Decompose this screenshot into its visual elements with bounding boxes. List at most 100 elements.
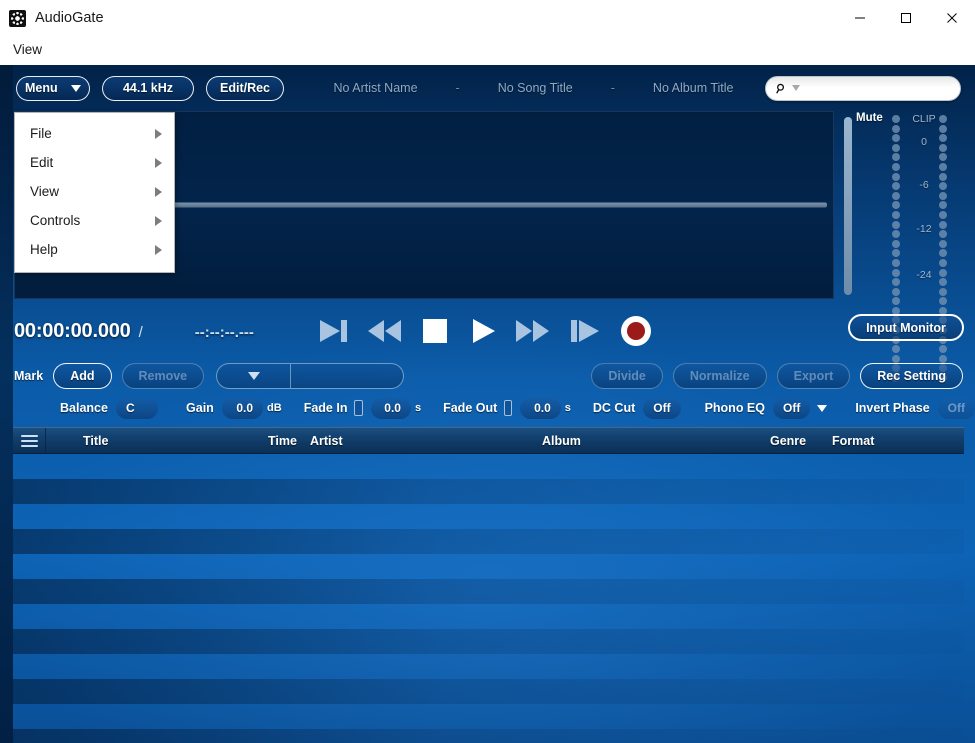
- fade-in-value[interactable]: 0.0: [370, 397, 411, 419]
- column-header-time[interactable]: Time: [268, 428, 310, 453]
- search-dropdown-icon[interactable]: [792, 85, 800, 91]
- menu-item-controls[interactable]: Controls: [15, 206, 174, 235]
- fast-forward-icon: [515, 320, 549, 342]
- parameters-section: Balance C Gain 0.0 dB Fade In 0.0 s Fade…: [0, 393, 975, 423]
- table-row[interactable]: [13, 454, 964, 479]
- search-box[interactable]: [765, 75, 961, 101]
- column-header-artist[interactable]: Artist: [310, 428, 542, 453]
- column-header-format[interactable]: Format: [832, 428, 922, 453]
- app-toolbar: Menu 44.1 kHz Edit/Rec No Artist Name - …: [0, 65, 975, 111]
- chevron-down-icon: [71, 84, 81, 92]
- mark-section: Mark Add Remove Divide Normalize Export …: [0, 359, 975, 393]
- meter-segment: [939, 124, 947, 133]
- menubar-item-view[interactable]: View: [9, 40, 46, 59]
- meter-segment: [939, 249, 947, 258]
- menu-item-label: Edit: [30, 155, 54, 170]
- chevron-right-icon: [155, 157, 162, 168]
- invert-phase-label: Invert Phase: [855, 401, 930, 415]
- mute-label: Mute: [856, 112, 883, 124]
- meter-segment: [892, 115, 900, 123]
- menu-item-edit[interactable]: Edit: [15, 148, 174, 177]
- menu-item-file[interactable]: File: [15, 119, 174, 148]
- meter-segment: [892, 153, 900, 162]
- dc-cut-value[interactable]: Off: [643, 397, 681, 419]
- normalize-button[interactable]: Normalize: [672, 363, 767, 389]
- meter-segment: [892, 287, 900, 296]
- close-icon[interactable]: [929, 0, 975, 36]
- table-row[interactable]: [13, 479, 964, 504]
- mute-slider[interactable]: [844, 117, 852, 295]
- mark-add-button[interactable]: Add: [53, 363, 112, 389]
- balance-value[interactable]: C: [115, 397, 159, 419]
- meter-segment: [892, 210, 900, 219]
- fast-forward-button[interactable]: [515, 316, 550, 346]
- table-row[interactable]: [13, 529, 964, 554]
- export-button[interactable]: Export: [776, 363, 851, 389]
- meter-segment: [892, 191, 900, 200]
- meter-segment: [892, 258, 900, 267]
- minimize-icon[interactable]: [837, 0, 883, 36]
- gain-value[interactable]: 0.0: [221, 397, 264, 419]
- tracklist-body[interactable]: [13, 454, 964, 743]
- rewind-icon: [367, 320, 401, 342]
- table-row[interactable]: [13, 604, 964, 629]
- fade-out-checkbox[interactable]: [504, 400, 513, 416]
- menu-item-view[interactable]: View: [15, 177, 174, 206]
- skip-to-end-button[interactable]: [568, 316, 602, 346]
- table-row[interactable]: [13, 629, 964, 654]
- dc-cut-label: DC Cut: [592, 401, 636, 415]
- meter-segment: [939, 162, 947, 171]
- meter-segment: [892, 182, 900, 191]
- skip-start-icon: [319, 320, 347, 342]
- column-header-album[interactable]: Album: [542, 428, 770, 453]
- sample-rate-button[interactable]: 44.1 kHz: [102, 75, 194, 101]
- meter-scale-label: -6: [919, 179, 929, 191]
- table-row[interactable]: [13, 504, 964, 529]
- menu-item-label: File: [30, 126, 52, 141]
- fade-in-label: Fade In: [303, 401, 348, 415]
- fade-in-checkbox[interactable]: [354, 400, 363, 416]
- phono-eq-label: Phono EQ: [704, 401, 765, 415]
- phono-eq-value[interactable]: Off: [773, 397, 811, 419]
- rewind-button[interactable]: [367, 316, 402, 346]
- current-time: 00:00:00.000: [14, 319, 131, 342]
- mark-remove-button[interactable]: Remove: [121, 363, 205, 389]
- search-input[interactable]: [805, 81, 960, 95]
- table-row[interactable]: [13, 654, 964, 679]
- edit-rec-toggle[interactable]: Edit/Rec: [206, 75, 284, 101]
- mark-combo[interactable]: [216, 363, 405, 389]
- record-button[interactable]: [620, 315, 652, 347]
- table-row[interactable]: [13, 579, 964, 604]
- meter-segment: [892, 162, 900, 171]
- tracklist-menu-button[interactable]: [13, 428, 46, 453]
- menu-item-help[interactable]: Help: [15, 235, 174, 264]
- column-header-genre[interactable]: Genre: [770, 428, 832, 453]
- fade-out-value[interactable]: 0.0: [520, 397, 561, 419]
- divide-button[interactable]: Divide: [591, 363, 663, 389]
- meter-segment: [892, 201, 900, 210]
- skip-to-start-button[interactable]: [316, 316, 350, 346]
- chevron-down-icon[interactable]: [817, 404, 828, 412]
- stop-button[interactable]: [420, 316, 450, 346]
- maximize-icon[interactable]: [883, 0, 929, 36]
- table-row[interactable]: [13, 729, 964, 743]
- table-row[interactable]: [13, 554, 964, 579]
- mark-name-input[interactable]: [291, 364, 403, 388]
- balance-label: Balance: [60, 401, 108, 415]
- meter-segment: [892, 134, 900, 143]
- table-row[interactable]: [13, 679, 964, 704]
- column-header-title[interactable]: Title: [46, 428, 268, 453]
- meter-segment: [939, 153, 947, 162]
- skip-end-icon: [570, 320, 599, 342]
- play-icon: [472, 319, 495, 343]
- mark-combo-select[interactable]: [217, 364, 292, 388]
- meta-separator-1: -: [455, 81, 460, 95]
- menu-button[interactable]: Menu: [16, 75, 90, 101]
- rec-setting-button[interactable]: Rec Setting: [860, 363, 963, 389]
- transport-controls: [316, 315, 652, 347]
- meter-scale-label: -12: [916, 223, 932, 235]
- play-button[interactable]: [468, 316, 498, 346]
- table-row[interactable]: [13, 704, 964, 729]
- meter-scale-label: CLIP: [912, 113, 936, 125]
- invert-phase-value[interactable]: Off: [937, 397, 975, 419]
